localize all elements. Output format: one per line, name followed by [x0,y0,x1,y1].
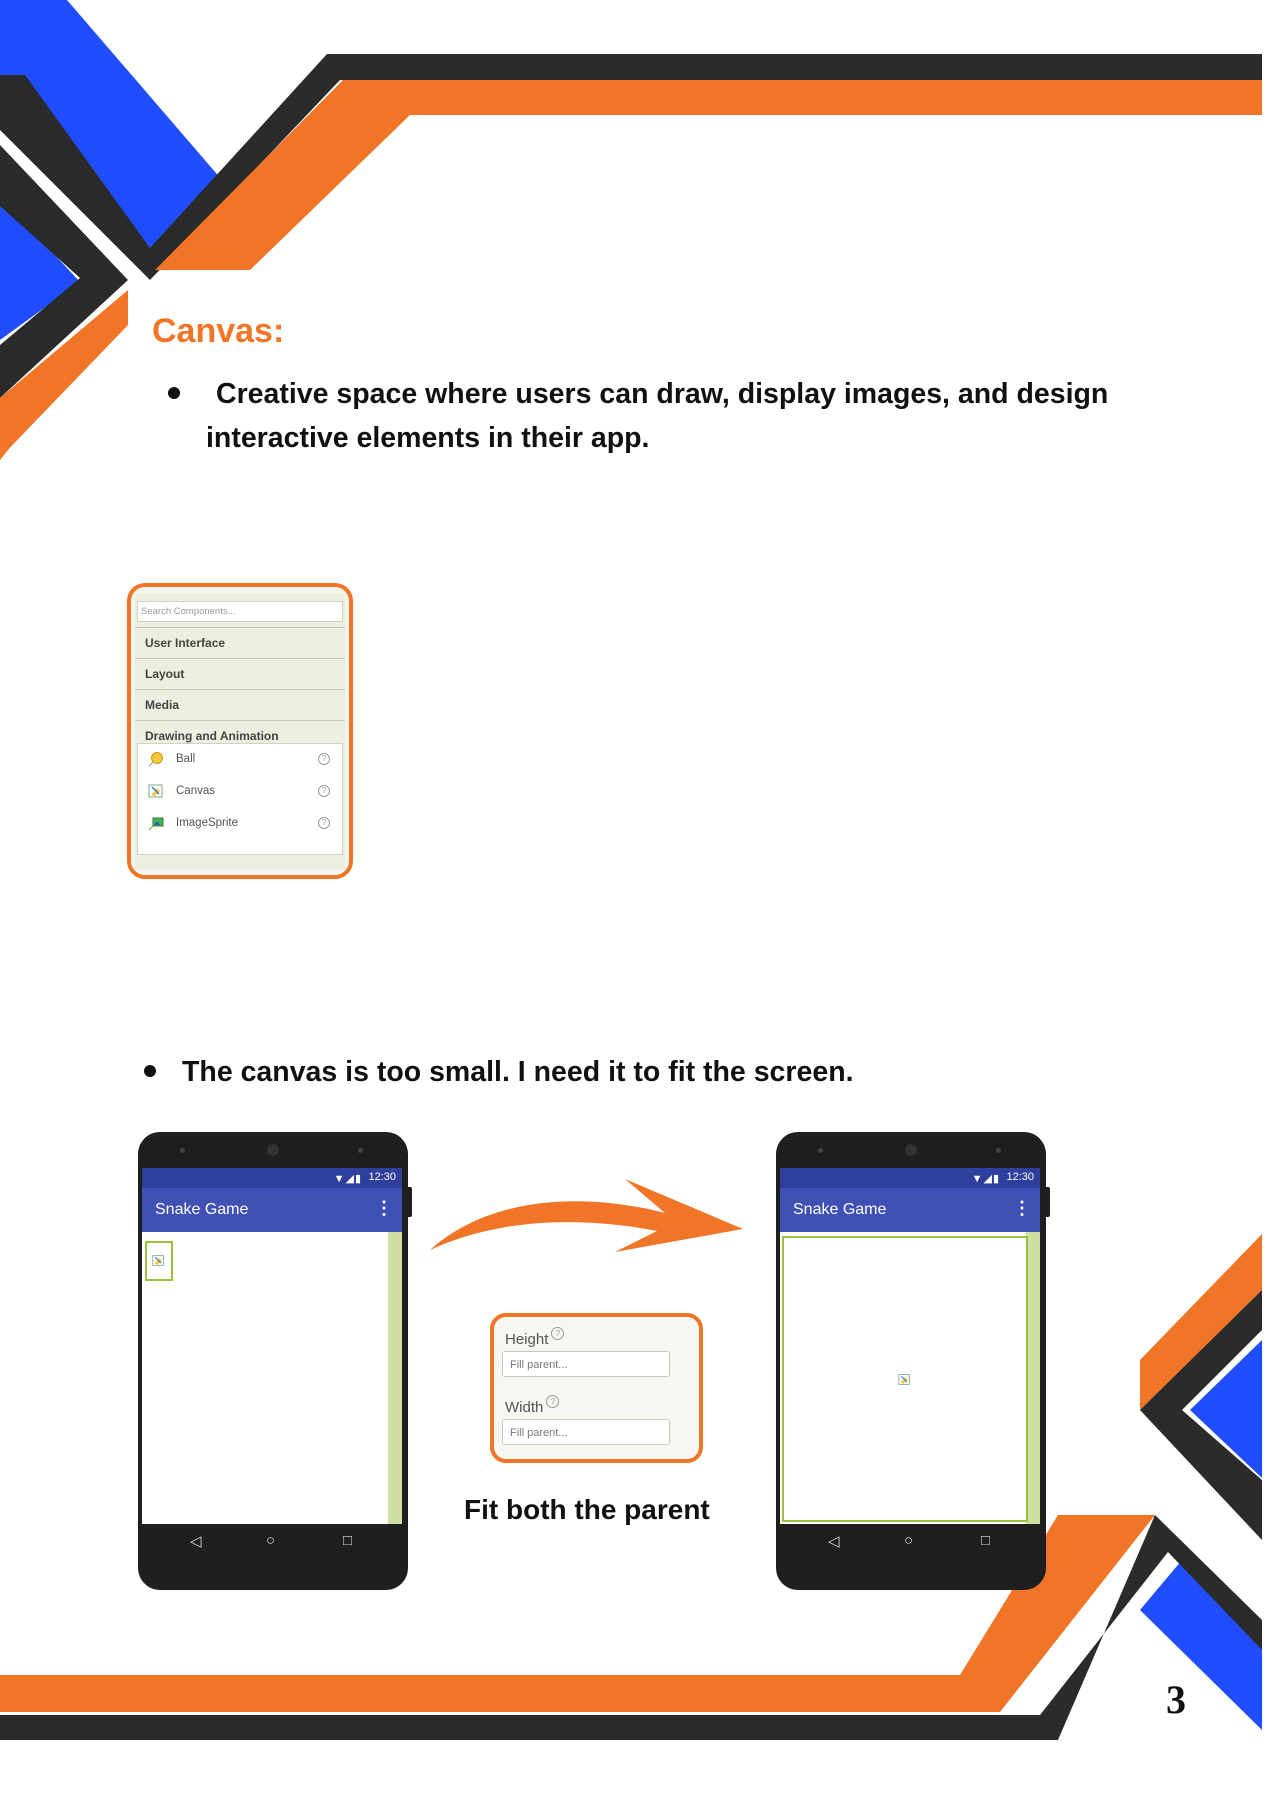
phone-side-button [408,1187,412,1217]
app-title: Snake Game [155,1201,249,1218]
phone-camera [905,1144,917,1156]
phone-sensor [996,1148,1001,1153]
overflow-menu-icon[interactable]: ⋮ [1013,1198,1031,1219]
blue-stripe-right [1190,1340,1262,1478]
bullet-dot [168,387,180,399]
width-label: Width ? [505,1395,560,1416]
phone-screen: ▼◢▮ 12:30 Snake Game ⋮ [780,1168,1040,1524]
orange-stripe-right [1140,1234,1262,1410]
palette-item-ball[interactable]: Ball ? [138,744,342,774]
caption: Fit both the parent [464,1494,710,1525]
signal-icons: ▼◢▮ [333,1173,362,1185]
back-icon[interactable]: ◁ [190,1532,202,1550]
full-canvas[interactable] [782,1236,1028,1522]
phone-after: ▼◢▮ 12:30 Snake Game ⋮ ◁ ○ □ [776,1132,1050,1590]
phone-screen: ▼◢▮ 12:30 Snake Game ⋮ [142,1168,402,1524]
help-icon[interactable]: ? [318,817,330,829]
section-heading: Canvas: [152,312,285,350]
bullet-text: The canvas is too small. I need it to fi… [182,1056,854,1088]
phone-side-button [1046,1187,1050,1217]
status-time: 12:30 [1006,1171,1034,1183]
palette-item-label: ImageSprite [176,817,239,829]
nav-bar: ◁ ○ □ [142,1524,402,1560]
back-icon[interactable]: ◁ [828,1532,840,1550]
imagesprite-icon [148,817,164,831]
category-media[interactable]: Media [135,689,345,720]
page-number: 3 [1166,1677,1186,1722]
palette-item-list: Ball ? Canvas ? ImageSprite ? [137,743,343,855]
status-bar: ▼◢▮ 12:30 [780,1168,1040,1188]
canvas-icon [148,784,163,798]
category-user-interface[interactable]: User Interface [135,627,345,658]
palette-item-canvas[interactable]: Canvas ? [138,776,342,806]
phone-sensor [358,1148,363,1153]
canvas-icon [152,1255,164,1266]
height-field[interactable]: Fill parent... [502,1351,670,1377]
category-layout[interactable]: Layout [135,658,345,689]
palette-item-imagesprite[interactable]: ImageSprite ? [138,808,342,838]
bullet-text-line1: Creative space where users can draw, dis… [216,378,1109,410]
bullet-text-line2: interactive elements in their app. [206,422,650,454]
signal-icons: ▼◢▮ [971,1173,1000,1185]
nav-bar: ◁ ○ □ [780,1524,1040,1560]
blue-stripe-bottom [1140,1560,1262,1730]
phone-sensor [818,1148,823,1153]
app-bar: Snake Game ⋮ [780,1188,1040,1232]
canvas-icon [898,1374,910,1385]
help-icon[interactable]: ? [551,1327,565,1340]
help-icon[interactable]: ? [318,753,330,765]
help-icon[interactable]: ? [318,785,330,797]
app-title: Snake Game [793,1201,887,1218]
arrow-icon [430,1179,743,1252]
recents-icon[interactable]: □ [343,1532,352,1549]
dark-stripe-right [1140,1290,1262,1540]
phone-camera [267,1144,279,1156]
search-components-input[interactable]: Search Components... [137,601,343,622]
height-label-text: Height [505,1331,549,1348]
palette-item-label: Canvas [176,785,215,797]
height-label: Height ? [505,1327,565,1348]
screen-scroll-area [388,1232,402,1524]
recents-icon[interactable]: □ [981,1532,990,1549]
app-bar: Snake Game ⋮ [142,1188,402,1232]
size-properties-panel: Height ? Fill parent... Width ? Fill par… [490,1313,703,1463]
overflow-menu-icon[interactable]: ⋮ [375,1198,393,1219]
phone-sensor [180,1148,185,1153]
phone-before: ▼◢▮ 12:30 Snake Game ⋮ ◁ ○ □ [138,1132,412,1590]
orange-stripe-top [155,80,1262,270]
small-canvas[interactable] [145,1241,173,1281]
help-icon[interactable]: ? [546,1395,560,1408]
palette-item-label: Ball [176,753,196,765]
component-palette: Search Components... User Interface Layo… [127,583,353,879]
ball-icon [148,752,163,767]
home-icon[interactable]: ○ [904,1532,913,1549]
home-icon[interactable]: ○ [266,1532,275,1549]
status-bar: ▼◢▮ 12:30 [142,1168,402,1188]
width-field[interactable]: Fill parent... [502,1419,670,1445]
palette-panel: Search Components... User Interface Layo… [135,593,345,869]
status-time: 12:30 [368,1171,396,1183]
screen-scroll-area [1026,1232,1040,1524]
width-label-text: Width [505,1399,544,1416]
bullet-dot [144,1065,156,1077]
